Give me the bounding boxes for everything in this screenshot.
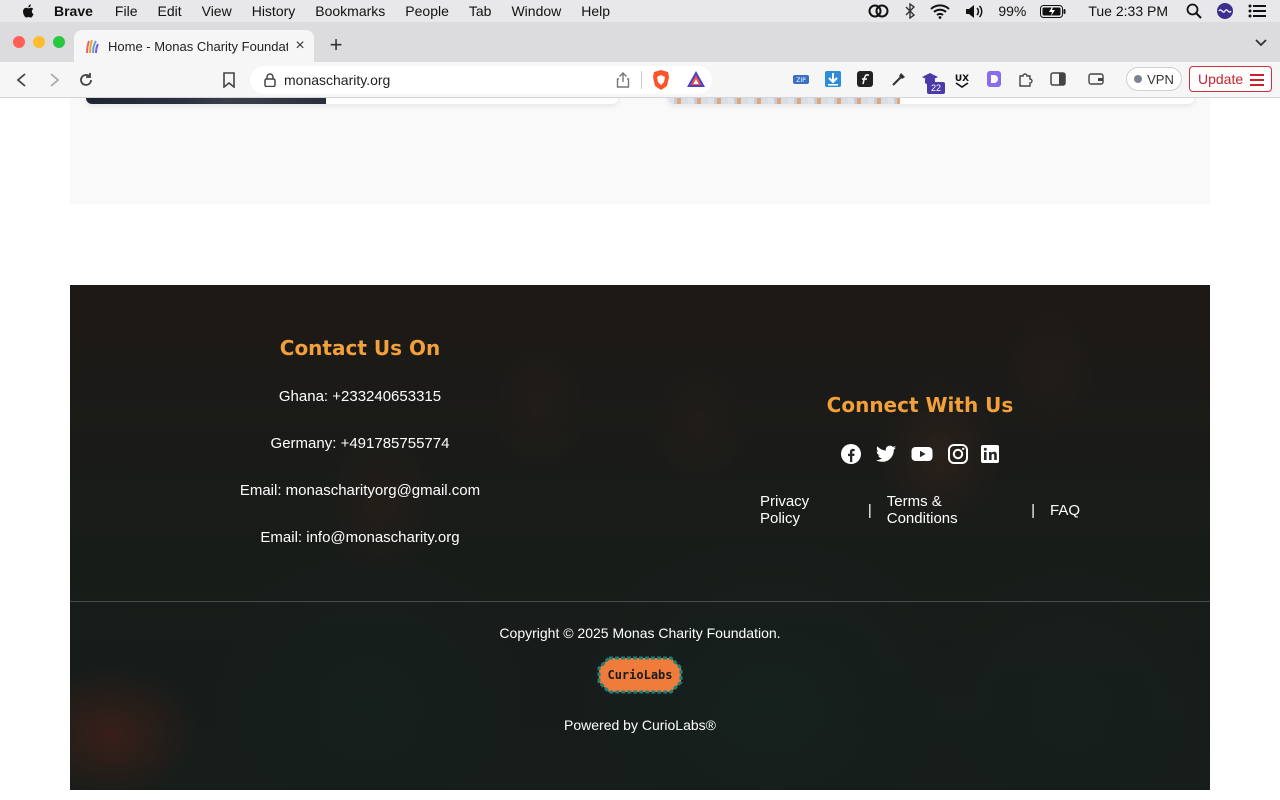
menu-file[interactable]: File bbox=[115, 3, 138, 19]
contact-germany-phone[interactable]: Germany: +491785755774 bbox=[190, 435, 530, 452]
connect-heading: Connect With Us bbox=[826, 393, 1014, 417]
youtube-icon[interactable] bbox=[911, 443, 933, 465]
siri-icon[interactable] bbox=[1216, 2, 1234, 20]
battery-percent[interactable]: 99% bbox=[998, 3, 1026, 19]
contact-email-info[interactable]: Email: info@monascharity.org bbox=[190, 529, 530, 546]
copyright-text: Copyright © 2025 Monas Charity Foundatio… bbox=[499, 625, 781, 641]
site-footer: Contact Us On Ghana: +233240653315 Germa… bbox=[70, 285, 1210, 790]
battery-icon[interactable] bbox=[1040, 4, 1066, 18]
volume-icon[interactable] bbox=[964, 4, 984, 19]
web-page: Contact Us On Ghana: +233240653315 Germa… bbox=[0, 98, 1280, 800]
linkedin-icon[interactable] bbox=[979, 443, 1001, 465]
ux-extension-label: UX bbox=[955, 74, 969, 84]
forward-icon[interactable] bbox=[44, 70, 64, 90]
previous-section-background bbox=[70, 98, 1210, 204]
wifi-icon[interactable] bbox=[930, 3, 951, 19]
powered-by-text[interactable]: Powered by CurioLabs® bbox=[440, 717, 840, 733]
terms-conditions-link[interactable]: Terms & Conditions bbox=[887, 493, 1016, 527]
contact-email-gmail[interactable]: Email: monascharityorg@gmail.com bbox=[190, 482, 530, 499]
footer-links: Privacy Policy | Terms & Conditions | FA… bbox=[760, 493, 1080, 527]
menu-clock[interactable]: Tue 2:33 PM bbox=[1088, 3, 1168, 19]
card-image-right bbox=[668, 98, 900, 104]
content-card-left[interactable] bbox=[86, 98, 618, 104]
font-extension-icon[interactable] bbox=[856, 70, 874, 88]
social-links bbox=[840, 443, 1000, 465]
back-icon[interactable] bbox=[12, 70, 32, 90]
facebook-icon[interactable] bbox=[840, 443, 862, 465]
faq-link[interactable]: FAQ bbox=[1050, 502, 1080, 519]
tab-title: Home - Monas Charity Foundation bbox=[108, 38, 288, 54]
creative-cloud-icon[interactable] bbox=[868, 3, 890, 19]
screen: Brave File Edit View History Bookmarks P… bbox=[0, 0, 1280, 800]
url-text[interactable]: monascharity.org bbox=[284, 72, 390, 88]
eyedropper-extension-icon[interactable] bbox=[890, 70, 908, 88]
update-label: Update bbox=[1198, 71, 1244, 87]
menu-app-name[interactable]: Brave bbox=[54, 3, 93, 19]
urlbar-divider bbox=[641, 71, 642, 89]
menu-view[interactable]: View bbox=[202, 3, 232, 19]
new-tab-icon[interactable]: + bbox=[326, 34, 346, 56]
tab-search-chevron-icon[interactable] bbox=[1254, 38, 1268, 48]
footer-divider bbox=[70, 601, 1210, 602]
logo-text: CurioLabs bbox=[607, 668, 672, 682]
purple-d-extension-icon[interactable] bbox=[985, 70, 1003, 88]
menu-bookmarks[interactable]: Bookmarks bbox=[315, 3, 385, 19]
control-center-icon[interactable] bbox=[1248, 4, 1266, 18]
vpn-button[interactable]: VPN bbox=[1126, 67, 1182, 91]
tab-close-icon[interactable]: × bbox=[292, 38, 308, 54]
menu-edit[interactable]: Edit bbox=[157, 3, 181, 19]
link-divider: | bbox=[1031, 501, 1035, 519]
brave-rewards-icon[interactable] bbox=[686, 70, 706, 88]
zip-extension-icon[interactable]: ZIP bbox=[792, 70, 810, 88]
menu-help[interactable]: Help bbox=[581, 3, 610, 19]
address-bar[interactable]: monascharity.org bbox=[250, 66, 712, 94]
link-divider: | bbox=[867, 501, 872, 519]
sidebar-toggle-icon[interactable] bbox=[1049, 70, 1067, 88]
wallet-icon[interactable] bbox=[1087, 70, 1105, 88]
vpn-label: VPN bbox=[1147, 71, 1174, 87]
reload-icon[interactable] bbox=[76, 70, 96, 90]
contact-ghana-phone[interactable]: Ghana: +233240653315 bbox=[190, 388, 530, 405]
content-card-right[interactable] bbox=[668, 98, 1194, 104]
spotlight-search-icon[interactable] bbox=[1186, 3, 1202, 19]
twitter-icon[interactable] bbox=[875, 443, 897, 465]
tab-active[interactable]: Home - Monas Charity Foundation × bbox=[74, 30, 314, 62]
tab-strip: Home - Monas Charity Foundation × + bbox=[0, 22, 1280, 62]
instagram-icon[interactable] bbox=[947, 443, 969, 465]
apple-icon[interactable] bbox=[20, 3, 38, 19]
menu-tab[interactable]: Tab bbox=[469, 3, 492, 19]
zip-extension-label: ZIP bbox=[796, 77, 806, 84]
window-close-button[interactable] bbox=[13, 36, 25, 48]
menu-people[interactable]: People bbox=[405, 3, 449, 19]
menu-history[interactable]: History bbox=[252, 3, 296, 19]
brave-shields-icon[interactable] bbox=[651, 69, 671, 91]
site-favicon-icon bbox=[86, 39, 99, 54]
bluetooth-icon[interactable] bbox=[904, 3, 916, 19]
curiolabs-logo[interactable]: CurioLabs bbox=[595, 654, 685, 696]
bookmark-icon[interactable] bbox=[219, 70, 239, 90]
update-button[interactable]: Update bbox=[1189, 66, 1272, 92]
menu-hamburger-icon bbox=[1250, 74, 1264, 86]
ux-extension-icon[interactable]: UX bbox=[953, 70, 971, 88]
extension-badge: 22 bbox=[927, 82, 945, 94]
extensions-puzzle-icon[interactable] bbox=[1017, 70, 1035, 88]
macos-menu-bar: Brave File Edit View History Bookmarks P… bbox=[0, 0, 1280, 22]
vpn-status-dot bbox=[1134, 75, 1143, 83]
menu-window[interactable]: Window bbox=[511, 3, 561, 19]
contact-heading: Contact Us On bbox=[279, 336, 441, 360]
share-icon[interactable] bbox=[616, 72, 630, 88]
card-image-left bbox=[86, 98, 326, 104]
privacy-policy-link[interactable]: Privacy Policy bbox=[760, 493, 853, 527]
download-extension-icon[interactable] bbox=[824, 70, 842, 88]
window-minimize-button[interactable] bbox=[33, 36, 45, 48]
window-zoom-button[interactable] bbox=[53, 36, 65, 48]
lock-icon[interactable] bbox=[264, 73, 276, 87]
